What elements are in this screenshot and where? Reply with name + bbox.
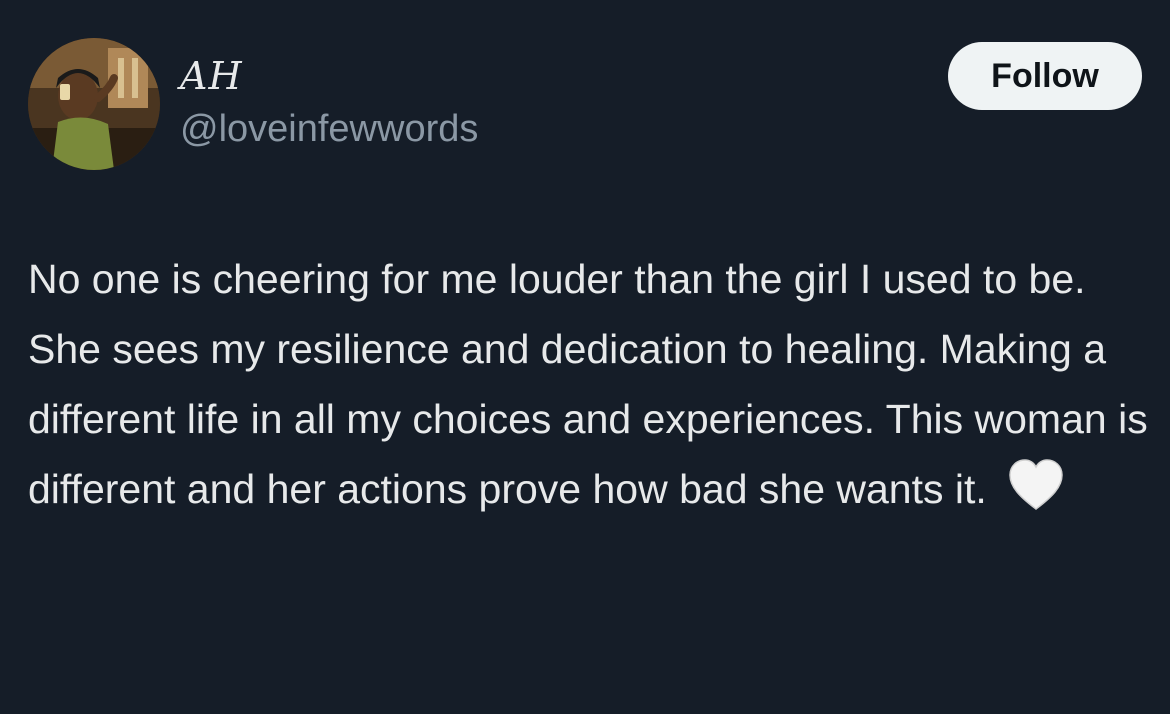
tweet-text: No one is cheering for me louder than th… <box>28 256 1148 512</box>
display-name[interactable]: AH <box>180 52 478 100</box>
handle[interactable]: @loveinfewwords <box>180 106 478 152</box>
white-heart-icon <box>1006 457 1066 513</box>
avatar-image <box>28 38 160 170</box>
author-names: AH @loveinfewwords <box>180 52 478 152</box>
tweet-card: AH @loveinfewwords Follow No one is chee… <box>0 0 1170 714</box>
tweet-body: No one is cheering for me louder than th… <box>28 244 1148 524</box>
tweet-header: AH @loveinfewwords Follow <box>28 38 1142 172</box>
avatar[interactable] <box>28 38 160 170</box>
follow-button[interactable]: Follow <box>948 42 1142 110</box>
